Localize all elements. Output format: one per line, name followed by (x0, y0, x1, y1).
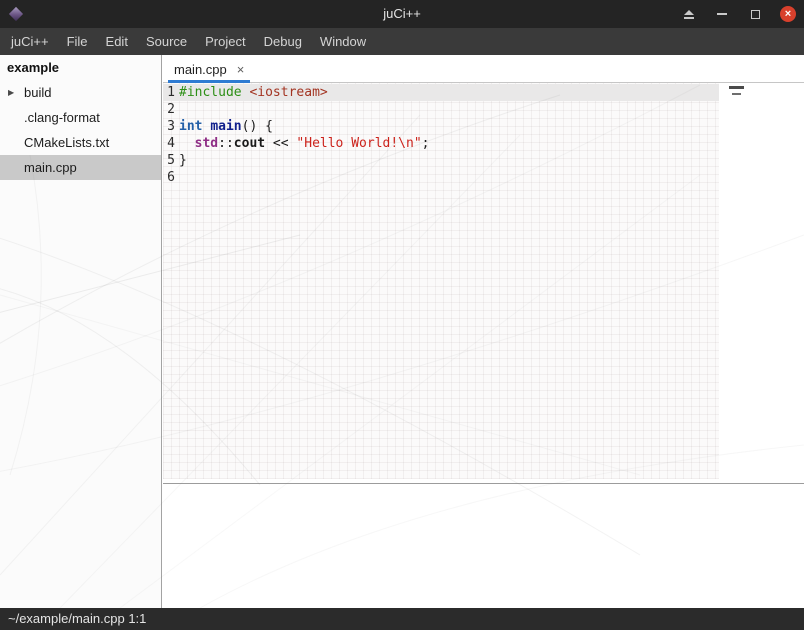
minimize-button[interactable] (714, 6, 730, 22)
title-bar: juCi++ × (0, 0, 804, 28)
editor-region: 1#include <iostream> 2 3int main() { 4 s… (163, 83, 804, 483)
line-number: 3 (163, 118, 175, 135)
token: std (195, 136, 218, 151)
code-text (175, 101, 179, 118)
menu-bar: juCi++ File Edit Source Project Debug Wi… (0, 28, 804, 55)
eject-icon-bar (684, 17, 694, 19)
line-number: 6 (163, 169, 175, 186)
tree-item-cmakelists[interactable]: CMakeLists.txt (0, 130, 161, 155)
tree-root-example[interactable]: example (0, 55, 161, 80)
status-file-position: ~/example/main.cpp 1:1 (8, 611, 146, 626)
tree-item-label: CMakeLists.txt (24, 130, 109, 155)
code-text: std::cout << "Hello World!\n"; (175, 135, 429, 152)
token: () { (242, 119, 273, 134)
code-text (175, 169, 179, 186)
code-line[interactable]: 4 std::cout << "Hello World!\n"; (163, 135, 719, 152)
menu-item-window[interactable]: Window (311, 28, 375, 55)
restore-icon (751, 10, 760, 19)
tab-close-icon[interactable]: × (237, 63, 245, 76)
token: <iostream> (249, 85, 327, 100)
tree-item-label: main.cpp (24, 155, 77, 180)
overview-mark (732, 93, 741, 95)
token: main (210, 119, 241, 134)
token (179, 136, 195, 151)
menu-item-file[interactable]: File (58, 28, 97, 55)
app-window: juCi++ × juCi++ File Edit Source Project… (0, 0, 804, 630)
code-line[interactable]: 1#include <iostream> (163, 84, 719, 101)
token: :: (218, 136, 234, 151)
status-bar: ~/example/main.cpp 1:1 (0, 608, 804, 630)
tree-item-clang-format[interactable]: .clang-format (0, 105, 161, 130)
code-editor[interactable]: 1#include <iostream> 2 3int main() { 4 s… (163, 83, 719, 479)
token: cout (234, 136, 265, 151)
tree-item-build[interactable]: ▶ build (0, 80, 161, 105)
menu-item-juci[interactable]: juCi++ (2, 28, 58, 55)
minimize-icon (717, 13, 727, 15)
file-tree-sidebar: example ▶ build .clang-format CMakeLists… (0, 55, 162, 608)
tree-item-label: .clang-format (24, 105, 100, 130)
line-number: 5 (163, 152, 175, 169)
main-area: main.cpp × 1#include <iostream> 2 3int m… (163, 55, 804, 608)
token: ; (422, 136, 430, 151)
tab-main-cpp[interactable]: main.cpp × (168, 55, 256, 83)
tab-label: main.cpp (174, 62, 227, 77)
tab-bar: main.cpp × (163, 55, 804, 83)
menu-item-source[interactable]: Source (137, 28, 196, 55)
token: int (179, 119, 202, 134)
token: #include (179, 85, 242, 100)
output-panel[interactable] (163, 483, 804, 608)
line-number: 2 (163, 101, 175, 118)
menu-item-edit[interactable]: Edit (97, 28, 137, 55)
code-line[interactable]: 6 (163, 169, 719, 186)
code-text: #include <iostream> (175, 84, 328, 101)
code-text: } (175, 152, 187, 169)
line-number: 4 (163, 135, 175, 152)
expander-icon[interactable]: ▶ (8, 80, 14, 105)
overview-mark (729, 86, 744, 89)
shade-button[interactable] (681, 6, 697, 22)
close-button[interactable]: × (780, 6, 796, 22)
tree-item-main-cpp[interactable]: main.cpp (0, 155, 161, 180)
menu-item-debug[interactable]: Debug (255, 28, 311, 55)
token: } (179, 153, 187, 168)
code-line[interactable]: 3int main() { (163, 118, 719, 135)
code-line[interactable]: 2 (163, 101, 719, 118)
token: << (265, 136, 296, 151)
code-text: int main() { (175, 118, 273, 135)
line-number: 1 (163, 84, 175, 101)
menu-item-project[interactable]: Project (196, 28, 254, 55)
code-line[interactable]: 5} (163, 152, 719, 169)
tree-item-label: build (24, 80, 51, 105)
window-controls: × (681, 0, 796, 28)
eject-icon (684, 10, 694, 15)
restore-button[interactable] (747, 6, 763, 22)
token: "Hello World!\n" (296, 136, 421, 151)
